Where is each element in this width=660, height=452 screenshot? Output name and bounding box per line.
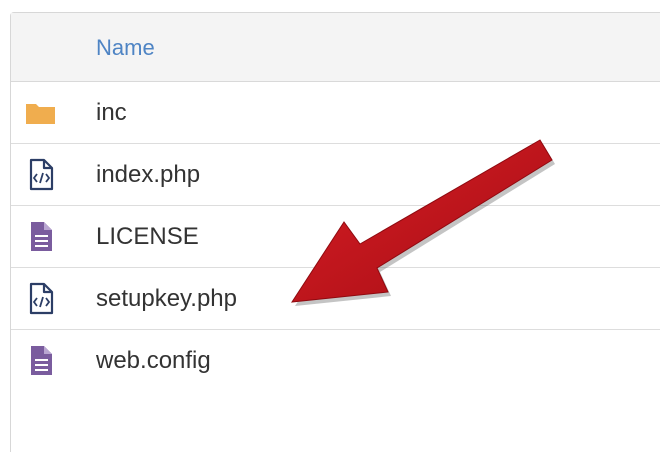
file-list-header: Name [11,13,660,82]
file-name[interactable]: setupkey.php [96,285,237,313]
folder-icon [25,96,57,130]
file-name[interactable]: inc [96,99,127,127]
file-row-web-config[interactable]: web.config [11,330,660,392]
text-file-icon [25,220,57,254]
file-row-license[interactable]: LICENSE [11,206,660,268]
file-row-index-php[interactable]: index.php [11,144,660,206]
text-file-icon [25,344,57,378]
file-row-inc[interactable]: inc [11,82,660,144]
file-name[interactable]: web.config [96,347,211,375]
code-file-icon [25,158,57,192]
code-file-icon [25,282,57,316]
file-browser: Name inc index.php LICENSE setupkey.php … [10,12,660,452]
file-name[interactable]: index.php [96,161,200,189]
column-header-name[interactable]: Name [96,35,155,61]
file-row-setupkey-php[interactable]: setupkey.php [11,268,660,330]
file-name[interactable]: LICENSE [96,223,199,251]
